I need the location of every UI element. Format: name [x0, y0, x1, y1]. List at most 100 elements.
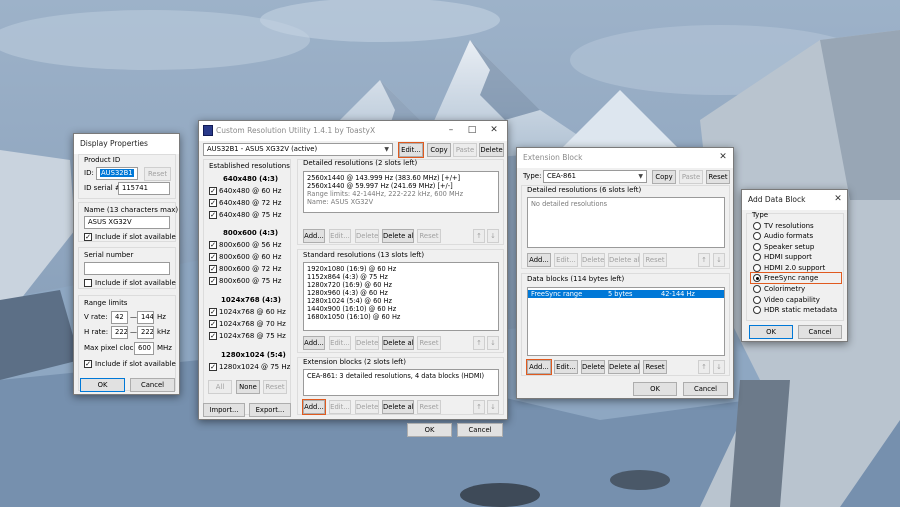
radio-freesync-range[interactable]	[753, 274, 761, 282]
detailed-delete-button[interactable]: Delete	[581, 253, 605, 267]
est-checkbox[interactable]: ✓	[209, 253, 217, 261]
detailed-edit-button[interactable]: Edit...	[329, 229, 351, 243]
data-add-button[interactable]: Add...	[526, 359, 552, 375]
list-item[interactable]: 1680x1050 (16:10) @ 60 Hz	[304, 313, 498, 321]
list-item[interactable]: 1280x1024 (5:4) @ 60 Hz	[304, 297, 498, 305]
cancel-button[interactable]: Cancel	[457, 423, 503, 437]
radio-hdmi-support[interactable]	[753, 253, 761, 261]
standard-down-button[interactable]: ↓	[487, 336, 499, 350]
all-button[interactable]: All	[208, 380, 232, 394]
delete-button[interactable]: Delete	[479, 143, 504, 157]
data-delete-all-button[interactable]: Delete all	[608, 360, 640, 374]
list-item[interactable]: 1440x900 (16:10) @ 60 Hz	[304, 305, 498, 313]
serial-include-checkbox[interactable]	[84, 279, 92, 287]
est-checkbox[interactable]: ✓	[209, 211, 217, 219]
data-edit-button[interactable]: Edit...	[554, 360, 578, 374]
ok-button[interactable]: OK	[749, 325, 793, 339]
data-down-button[interactable]: ↓	[713, 360, 725, 374]
data-blocks-list[interactable]: FreeSync range 5 bytes 42-144 Hz	[527, 287, 725, 356]
detailed-down-button[interactable]: ↓	[487, 229, 499, 243]
data-up-button[interactable]: ↑	[698, 360, 710, 374]
paste-button[interactable]: Paste	[453, 143, 477, 157]
detailed-reset-button[interactable]: Reset	[643, 253, 667, 267]
monitor-select[interactable]: AUS32B1 - ASUS XG32V (active) ▼	[203, 143, 393, 156]
ok-button[interactable]: OK	[80, 378, 125, 392]
none-button[interactable]: None	[236, 380, 260, 394]
import-button[interactable]: Import...	[203, 403, 245, 417]
data-reset-button[interactable]: Reset	[643, 360, 667, 374]
ok-button[interactable]: OK	[633, 382, 677, 396]
ok-button[interactable]: OK	[407, 423, 452, 437]
paste-button[interactable]: Paste	[679, 170, 703, 184]
detailed-edit-button[interactable]: Edit...	[554, 253, 578, 267]
est-checkbox[interactable]: ✓	[209, 187, 217, 195]
hrate-max-field[interactable]: 222	[137, 326, 154, 339]
detailed-add-button[interactable]: Add...	[527, 253, 551, 267]
standard-edit-button[interactable]: Edit...	[329, 336, 351, 350]
standard-add-button[interactable]: Add...	[303, 336, 325, 350]
list-item[interactable]: Name: ASUS XG32V	[304, 198, 498, 206]
radio-colorimetry[interactable]	[753, 285, 761, 293]
list-item[interactable]: 2560x1440 @ 59.997 Hz (241.69 MHz) [+/-]	[304, 182, 498, 190]
extension-down-button[interactable]: ↓	[487, 400, 499, 414]
detailed-delete-all-button[interactable]: Delete all	[608, 253, 640, 267]
close-icon[interactable]: ✕	[716, 151, 730, 164]
close-icon[interactable]: ✕	[487, 124, 501, 137]
extension-delete-all-button[interactable]: Delete all	[382, 400, 414, 414]
name-include-checkbox[interactable]: ✓	[84, 233, 92, 241]
cancel-button[interactable]: Cancel	[130, 378, 175, 392]
detailed-delete-all-button[interactable]: Delete all	[382, 229, 414, 243]
radio-hdmi-2-support[interactable]	[753, 264, 761, 272]
radio-audio-formats[interactable]	[753, 232, 761, 240]
standard-reset-button[interactable]: Reset	[417, 336, 441, 350]
name-field[interactable]: ASUS XG32V	[84, 216, 170, 229]
extension-delete-button[interactable]: Delete	[355, 400, 379, 414]
est-checkbox[interactable]: ✓	[209, 241, 217, 249]
est-checkbox[interactable]: ✓	[209, 308, 217, 316]
id-field[interactable]: AUS32B1	[96, 167, 138, 180]
extension-up-button[interactable]: ↑	[473, 400, 485, 414]
extension-edit-button[interactable]: Edit...	[329, 400, 351, 414]
export-button[interactable]: Export...	[249, 403, 291, 417]
maximize-icon[interactable]: □	[465, 124, 479, 137]
id-reset-button[interactable]: Reset	[144, 167, 171, 181]
detailed-reset-button[interactable]: Reset	[417, 229, 441, 243]
vrate-max-field[interactable]: 144	[137, 311, 154, 324]
data-delete-button[interactable]: Delete	[581, 360, 605, 374]
list-item[interactable]: CEA-861: 3 detailed resolutions, 4 data …	[304, 372, 498, 380]
radio-speaker-setup[interactable]	[753, 243, 761, 251]
pixclk-field[interactable]: 600	[134, 342, 154, 355]
type-select[interactable]: CEA-861 ▼	[543, 170, 647, 183]
radio-video-capability[interactable]	[753, 296, 761, 304]
list-item[interactable]: 1920x1080 (16:9) @ 60 Hz	[304, 265, 498, 273]
detailed-list[interactable]: 2560x1440 @ 143.999 Hz (383.60 MHz) [+/+…	[303, 171, 499, 213]
copy-button[interactable]: Copy	[652, 170, 676, 184]
cancel-button[interactable]: Cancel	[798, 325, 842, 339]
extension-list[interactable]: CEA-861: 3 detailed resolutions, 4 data …	[303, 369, 499, 396]
est-checkbox[interactable]: ✓	[209, 320, 217, 328]
cancel-button[interactable]: Cancel	[683, 382, 728, 396]
vrate-min-field[interactable]: 42	[111, 311, 128, 324]
list-item[interactable]: 1280x960 (4:3) @ 60 Hz	[304, 289, 498, 297]
detailed-delete-button[interactable]: Delete	[355, 229, 379, 243]
list-item[interactable]: Range limits: 42-144Hz, 222-222 kHz, 600…	[304, 190, 498, 198]
range-include-checkbox[interactable]: ✓	[84, 360, 92, 368]
est-reset-button[interactable]: Reset	[263, 380, 287, 394]
list-item[interactable]: 1280x720 (16:9) @ 60 Hz	[304, 281, 498, 289]
hrate-min-field[interactable]: 222	[111, 326, 128, 339]
detailed-add-button[interactable]: Add...	[303, 229, 325, 243]
radio-tv-resolutions[interactable]	[753, 222, 761, 230]
minimize-icon[interactable]: –	[444, 124, 458, 137]
edit-monitor-button[interactable]: Edit...	[398, 142, 424, 158]
est-checkbox[interactable]: ✓	[209, 277, 217, 285]
extension-reset-button[interactable]: Reset	[417, 400, 441, 414]
serial-field[interactable]: 115741	[118, 182, 170, 195]
est-checkbox[interactable]: ✓	[209, 332, 217, 340]
est-checkbox[interactable]: ✓	[209, 265, 217, 273]
standard-delete-button[interactable]: Delete	[355, 336, 379, 350]
list-item[interactable]: 1152x864 (4:3) @ 75 Hz	[304, 273, 498, 281]
reset-button[interactable]: Reset	[706, 170, 730, 184]
data-block-row[interactable]: FreeSync range 5 bytes 42-144 Hz	[528, 290, 724, 298]
detailed-list[interactable]: No detailed resolutions	[527, 197, 725, 248]
extension-add-button[interactable]: Add...	[302, 399, 326, 415]
